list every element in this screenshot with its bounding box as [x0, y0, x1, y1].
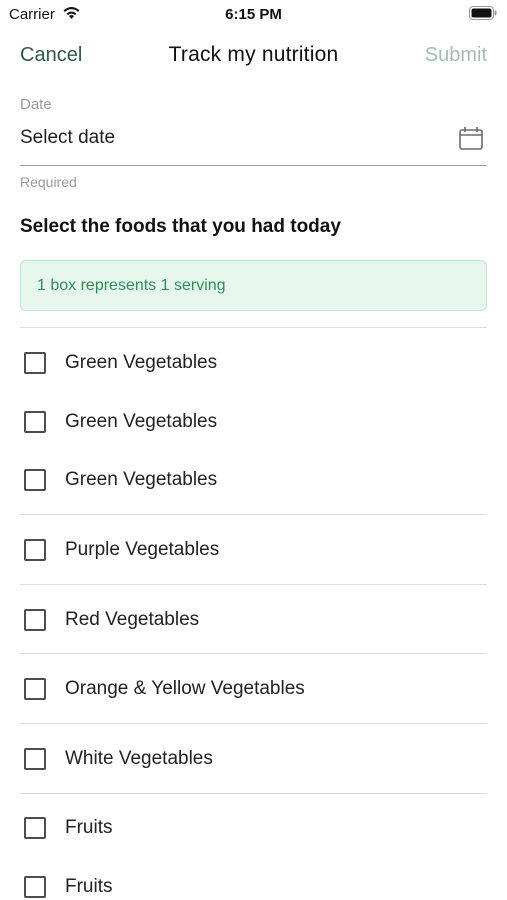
divider: [20, 327, 487, 328]
status-bar: Carrier 6:15 PM: [0, 0, 507, 28]
food-item-row[interactable]: Purple Vegetables: [20, 528, 487, 572]
food-item-row[interactable]: Green Vegetables: [20, 400, 487, 444]
date-placeholder: Select date: [20, 127, 116, 148]
food-item-row[interactable]: Orange & Yellow Vegetables: [20, 667, 487, 711]
food-item-row[interactable]: White Vegetables: [20, 737, 487, 781]
food-item-label: Red Vegetables: [65, 609, 200, 630]
food-item-row[interactable]: Green Vegetables: [20, 341, 487, 385]
food-item-row[interactable]: Fruits: [20, 865, 487, 900]
food-item-label: White Vegetables: [65, 748, 213, 769]
divider: [20, 723, 487, 724]
food-item-label: Purple Vegetables: [65, 539, 220, 560]
food-checkbox[interactable]: [24, 817, 46, 839]
date-field[interactable]: Select date: [20, 118, 487, 166]
food-item-row[interactable]: Green Vegetables: [20, 458, 487, 502]
food-checkbox[interactable]: [24, 352, 46, 374]
section-heading: Select the foods that you had today: [20, 216, 341, 237]
nav-bar: Cancel Track my nutrition Submit: [0, 28, 507, 82]
food-item-label: Green Vegetables: [65, 411, 218, 432]
food-checkbox[interactable]: [24, 876, 46, 898]
date-helper-text: Required: [20, 174, 77, 190]
divider: [20, 653, 487, 654]
food-item-label: Orange & Yellow Vegetables: [65, 678, 305, 699]
food-item-row[interactable]: Fruits: [20, 806, 487, 850]
food-item-label: Green Vegetables: [65, 469, 218, 490]
divider: [20, 793, 487, 794]
food-item-label: Fruits: [65, 876, 113, 897]
divider: [20, 584, 487, 585]
status-time: 6:15 PM: [225, 6, 282, 23]
calendar-icon[interactable]: [459, 126, 483, 150]
date-label: Date: [20, 96, 52, 113]
battery-icon: [469, 6, 497, 20]
food-checkbox[interactable]: [24, 539, 46, 561]
food-checkbox[interactable]: [24, 411, 46, 433]
info-banner-text: 1 box represents 1 serving: [37, 277, 226, 294]
food-checkbox[interactable]: [24, 469, 46, 491]
divider: [20, 514, 487, 515]
food-checkbox[interactable]: [24, 678, 46, 700]
info-banner: 1 box represents 1 serving: [20, 260, 487, 311]
food-item-row[interactable]: Red Vegetables: [20, 598, 487, 642]
submit-button[interactable]: Submit: [425, 44, 487, 67]
food-checkbox[interactable]: [24, 748, 46, 770]
food-checkbox[interactable]: [24, 609, 46, 631]
food-item-label: Green Vegetables: [65, 352, 218, 373]
food-item-label: Fruits: [65, 817, 113, 838]
